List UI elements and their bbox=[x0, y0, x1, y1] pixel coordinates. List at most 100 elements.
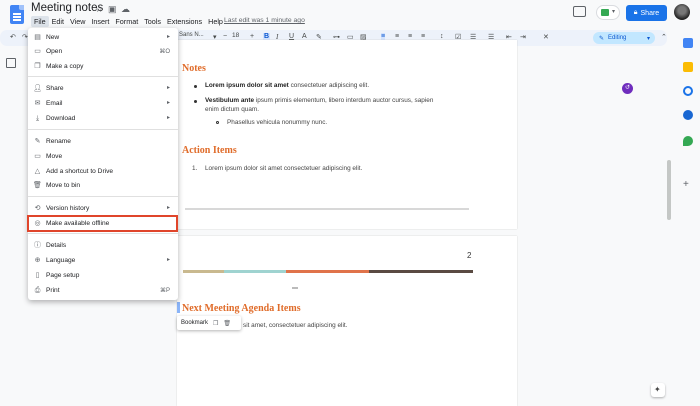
action-item[interactable]: Lorem ipsum dolor sit amet consectetuer … bbox=[205, 165, 362, 172]
undo-icon[interactable]: ↶ bbox=[10, 33, 16, 41]
explore-icon: ✦ bbox=[654, 385, 661, 394]
file-menu-item-label: Language bbox=[46, 257, 76, 264]
download-icon: ⤓ bbox=[35, 115, 40, 122]
align-right-icon[interactable]: ≡ bbox=[408, 33, 412, 40]
comment-history-icon[interactable] bbox=[573, 6, 586, 17]
bold-icon[interactable]: B bbox=[263, 33, 271, 40]
file-menu-item-label: Share bbox=[46, 85, 64, 92]
increase-font-icon[interactable]: + bbox=[250, 33, 254, 40]
file-menu-item[interactable]: ⎙ Print ⌘P bbox=[28, 284, 178, 298]
file-menu-item[interactable]: ▭ Move bbox=[28, 150, 178, 164]
bookmark-label[interactable]: Bookmark bbox=[181, 320, 208, 326]
print-icon: ⎙ bbox=[34, 287, 41, 294]
avatar[interactable] bbox=[674, 4, 690, 20]
file-menu-item[interactable]: ▭ Open ⌘O bbox=[28, 45, 178, 59]
file-menu-item[interactable]: ✎ Rename bbox=[28, 135, 178, 149]
file-menu-item-label: Download bbox=[46, 115, 76, 122]
file-menu-item[interactable]: ⤓ Download ▸ bbox=[28, 112, 178, 126]
calendar-icon[interactable] bbox=[683, 38, 693, 48]
increase-indent-icon[interactable]: ⇥ bbox=[520, 33, 526, 41]
numbered-marker: 1. bbox=[192, 165, 198, 172]
pencil-icon: ✎ bbox=[599, 35, 605, 42]
font-size-input[interactable]: 18 bbox=[232, 32, 239, 39]
file-menu: ▤ New ▸ ▭ Open ⌘O ❐ Make a copy 👤︎ Share ▸ ✉ Email ▸ ⤓… bbox=[28, 28, 178, 300]
menu-help[interactable]: Help bbox=[205, 16, 226, 27]
menu-insert[interactable]: Insert bbox=[88, 16, 112, 27]
chevron-right-icon: ▸ bbox=[166, 205, 170, 211]
file-menu-item[interactable]: 🗑︎ Move to bin bbox=[28, 179, 178, 193]
selection-handle[interactable] bbox=[177, 302, 180, 313]
shortcut-hint: ⌘P bbox=[159, 288, 170, 294]
decorative-stripe bbox=[286, 270, 369, 273]
underline-icon[interactable]: U bbox=[289, 33, 294, 40]
keep-icon[interactable] bbox=[683, 62, 693, 72]
highlight-annotation bbox=[27, 215, 178, 232]
file-menu-item[interactable]: ⓘ Details bbox=[28, 239, 178, 253]
chevron-right-icon: ▸ bbox=[166, 115, 170, 121]
menu-view[interactable]: View bbox=[67, 16, 88, 27]
menu-divider bbox=[28, 129, 178, 130]
share-button[interactable]: 🔒︎ Share bbox=[626, 5, 667, 21]
align-left-icon[interactable]: ≡ bbox=[381, 33, 386, 40]
bullet-dot bbox=[194, 85, 197, 88]
list-item-continuation[interactable]: enim dictum quam. bbox=[205, 106, 259, 113]
collapse-toolbar-icon[interactable]: ⌃ bbox=[661, 33, 667, 41]
tasks-icon[interactable] bbox=[683, 86, 693, 96]
share-person-icon: 👤︎ bbox=[33, 85, 42, 92]
move-icon: ▭ bbox=[34, 153, 41, 160]
move-folder-icon[interactable]: ▣ bbox=[108, 4, 117, 15]
document-page-1[interactable] bbox=[177, 40, 517, 229]
menu-tools[interactable]: Tools bbox=[141, 16, 164, 27]
agenda-text[interactable]: sit amet, consectetuer adipiscing elit. bbox=[243, 322, 347, 329]
file-menu-item-label: Open bbox=[46, 48, 63, 55]
last-edit-link[interactable]: Last edit was 1 minute ago bbox=[224, 17, 305, 24]
explore-button[interactable]: ✦ bbox=[651, 383, 665, 397]
file-menu-item[interactable]: ▤ New ▸ bbox=[28, 31, 178, 45]
document-title[interactable]: Meeting notes bbox=[31, 2, 103, 14]
action-items-heading[interactable]: Action Items bbox=[182, 145, 237, 156]
file-menu-item[interactable]: ✉ Email ▸ bbox=[28, 97, 178, 111]
chevron-right-icon: ▸ bbox=[166, 85, 170, 91]
file-menu-item[interactable]: ⟲ Version history ▸ bbox=[28, 202, 178, 216]
add-addon-icon[interactable]: + bbox=[683, 179, 689, 190]
email-icon: ✉ bbox=[34, 100, 41, 107]
menu-edit[interactable]: Edit bbox=[49, 16, 67, 27]
file-menu-item[interactable]: 👤︎ Share ▸ bbox=[28, 82, 178, 96]
info-icon: ⓘ bbox=[34, 242, 41, 249]
bookmark-popup: Bookmark ❐ 🗑︎ bbox=[177, 316, 241, 330]
justify-icon[interactable]: ≡ bbox=[421, 33, 425, 40]
star-icon[interactable]: ☆ bbox=[95, 4, 103, 15]
file-menu-item[interactable]: ❐ Make a copy bbox=[28, 60, 178, 74]
meet-button[interactable]: ▾ bbox=[596, 5, 620, 20]
file-menu-item[interactable]: △ Add a shortcut to Drive bbox=[28, 165, 178, 179]
docs-logo-icon[interactable] bbox=[10, 5, 24, 24]
align-center-icon[interactable]: ≡ bbox=[395, 33, 399, 40]
trash-icon[interactable]: 🗑︎ bbox=[223, 320, 231, 327]
clear-formatting-icon[interactable]: ✕ bbox=[543, 33, 549, 41]
collaborator-cursor-icon[interactable]: ↺ bbox=[622, 83, 633, 94]
scrollbar-thumb[interactable] bbox=[667, 160, 671, 220]
menu-format[interactable]: Format bbox=[112, 16, 141, 27]
redo-icon[interactable]: ↷ bbox=[22, 33, 28, 41]
notes-heading[interactable]: Notes bbox=[182, 63, 206, 74]
document-outline-icon[interactable] bbox=[6, 58, 16, 68]
menu-file[interactable]: File bbox=[31, 16, 49, 27]
sub-list-item[interactable]: Phasellus vehicula nonummy nunc. bbox=[227, 119, 327, 126]
font-select[interactable]: Sans N... bbox=[179, 32, 204, 38]
editing-mode-select[interactable]: ✎ Editing ▾ bbox=[593, 32, 655, 44]
file-menu-item[interactable]: ▯ Page setup bbox=[28, 269, 178, 283]
line-spacing-icon[interactable]: ↕ bbox=[440, 33, 444, 40]
page-number: 2 bbox=[467, 251, 472, 260]
cloud-status-icon[interactable]: ☁ bbox=[121, 4, 130, 15]
list-item[interactable]: Lorem ipsum dolor sit amet consectetuer … bbox=[205, 82, 369, 89]
next-meeting-heading[interactable]: Next Meeting Agenda Items bbox=[182, 303, 301, 314]
contacts-icon[interactable] bbox=[683, 110, 693, 120]
decrease-font-icon[interactable]: − bbox=[223, 33, 227, 40]
menu-extensions[interactable]: Extensions bbox=[164, 16, 205, 27]
app-header: Meeting notes ☆ ▣ ☁ File Edit View Inser… bbox=[0, 0, 700, 29]
file-menu-item-label: Add a shortcut to Drive bbox=[46, 168, 114, 175]
maps-icon[interactable] bbox=[683, 136, 693, 146]
copy-icon[interactable]: ❐ bbox=[213, 320, 218, 327]
list-item[interactable]: Vestibulum ante ipsum primis elementum, … bbox=[205, 97, 480, 104]
file-menu-item[interactable]: ⊕ Language ▸ bbox=[28, 254, 178, 268]
